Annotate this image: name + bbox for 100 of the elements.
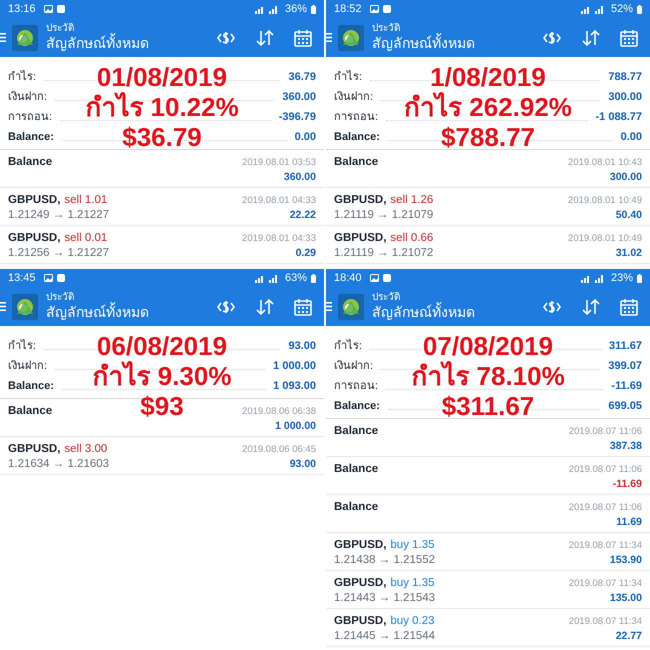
deal-order: sell 1.26 bbox=[390, 193, 434, 208]
deal-time: 2019.08.07 11:34 bbox=[568, 615, 642, 629]
currency-icon bbox=[216, 30, 236, 46]
overlay-caption: $93 bbox=[140, 391, 184, 421]
calendar-icon bbox=[294, 298, 312, 316]
deal-type: Balance bbox=[8, 155, 52, 170]
summary-value: 0.00 bbox=[620, 130, 642, 144]
app-logo-icon bbox=[338, 24, 364, 50]
currency-icon bbox=[216, 298, 236, 314]
calendar-icon bbox=[620, 298, 638, 316]
summary-label: Balance: bbox=[334, 130, 380, 144]
summary-value: -1 088.77 bbox=[596, 110, 642, 124]
summary-value: 36.79 bbox=[288, 70, 316, 84]
deal-profit: 135.00 bbox=[610, 591, 642, 606]
overlay-caption: 01/08/2019 bbox=[96, 62, 228, 92]
currency-icon bbox=[542, 30, 562, 46]
summary-value: -11.69 bbox=[611, 378, 642, 394]
overlay-caption: $788.77 bbox=[441, 122, 535, 152]
deal-prices: 1.21438 → 1.21552 bbox=[334, 553, 436, 568]
deal-time: 2019.08.07 11:06 bbox=[568, 501, 642, 515]
deal-prices: 1.21445 → 1.21544 bbox=[334, 629, 436, 644]
deal-symbol: GBPUSD, bbox=[8, 193, 60, 208]
summary-label: เงินฝาก: bbox=[8, 358, 48, 374]
deal-symbol: GBPUSD, bbox=[8, 231, 60, 246]
sort-arrows-icon bbox=[256, 298, 274, 314]
summary-label: กำไร: bbox=[8, 338, 36, 354]
notification-icon bbox=[370, 274, 379, 282]
battery-level: 36% bbox=[284, 2, 307, 17]
notification-icon bbox=[56, 5, 65, 13]
deal-order: sell 0.01 bbox=[64, 231, 108, 246]
app-logo-icon bbox=[12, 294, 38, 320]
summary-label: เงินฝาก: bbox=[334, 90, 374, 104]
status-time: 13:16 bbox=[8, 2, 36, 17]
deal-time: 2019.08.06 06:38 bbox=[242, 405, 316, 419]
summary-label: กำไร: bbox=[334, 338, 362, 354]
notification-icon bbox=[370, 5, 379, 13]
summary-value: 699.05 bbox=[608, 398, 642, 414]
menu-icon bbox=[326, 33, 332, 42]
deal-type: Balance bbox=[334, 500, 378, 515]
status-time: 13:45 bbox=[8, 270, 36, 286]
summary-label: Balance: bbox=[8, 130, 54, 144]
screen-title: สัญลักษณ์ทั้งหมด bbox=[46, 304, 149, 322]
screen-title: สัญลักษณ์ทั้งหมด bbox=[46, 35, 149, 52]
deal-time: 2019.08.07 11:34 bbox=[568, 577, 642, 591]
summary-value: 360.00 bbox=[282, 90, 316, 104]
notification-icon bbox=[382, 5, 391, 13]
deal-profit: 22.22 bbox=[290, 208, 316, 223]
sort-arrows-icon bbox=[582, 298, 600, 314]
summary-value: 93.00 bbox=[288, 338, 316, 354]
overlay-caption: กำไร 78.10% bbox=[411, 361, 565, 391]
deal-symbol: GBPUSD, bbox=[334, 576, 386, 591]
summary-label: Balance: bbox=[334, 398, 380, 414]
deal-profit: 50.40 bbox=[616, 208, 642, 223]
deal-symbol: GBPUSD, bbox=[8, 442, 60, 457]
deal-type: Balance bbox=[334, 424, 378, 439]
summary-label: เงินฝาก: bbox=[334, 358, 374, 374]
overlay-caption: กำไร 10.22% bbox=[85, 92, 239, 122]
deal-time: 2019.08.01 04:33 bbox=[242, 194, 316, 208]
summary-value: 0.00 bbox=[294, 130, 316, 144]
overlay-caption: 1/08/2019 bbox=[430, 62, 546, 92]
overlay-caption: $311.67 bbox=[442, 391, 534, 421]
deal-symbol: GBPUSD, bbox=[334, 614, 386, 629]
deal-profit: 153.90 bbox=[610, 553, 642, 568]
deal-time: 2019.08.01 10:49 bbox=[568, 232, 642, 246]
currency-icon bbox=[542, 298, 562, 314]
deal-type: Balance bbox=[334, 155, 378, 170]
deal-type: Balance bbox=[8, 404, 52, 419]
sort-arrows-icon bbox=[256, 30, 274, 46]
deal-time: 2019.08.01 03:53 bbox=[242, 156, 316, 170]
battery-icon bbox=[311, 274, 316, 282]
battery-icon bbox=[637, 274, 642, 282]
summary-value: 399.07 bbox=[608, 358, 642, 374]
battery-icon bbox=[637, 4, 642, 14]
deal-order: sell 0.66 bbox=[390, 231, 434, 246]
overlay-caption: 06/08/2019 bbox=[96, 331, 228, 361]
deal-profit: -11.69 bbox=[612, 477, 642, 492]
summary-label: กำไร: bbox=[334, 69, 362, 84]
deal-profit: 11.69 bbox=[616, 515, 642, 530]
deal-time: 2019.08.01 04:33 bbox=[242, 232, 316, 246]
overlay-caption: กำไร 9.30% bbox=[92, 361, 232, 391]
screen-title: สัญลักษณ์ทั้งหมด bbox=[372, 35, 475, 52]
deal-profit: 360.00 bbox=[284, 170, 316, 185]
menu-icon bbox=[326, 302, 332, 311]
battery-icon bbox=[311, 4, 316, 14]
deal-prices: 1.21119 → 1.21079 bbox=[334, 208, 434, 223]
summary-value: 788.77 bbox=[608, 70, 642, 84]
summary-value: -396.79 bbox=[278, 110, 316, 124]
deal-order: buy 1.35 bbox=[390, 576, 435, 591]
screen-subtitle: ประวัติ bbox=[46, 22, 74, 34]
deal-profit: 387.38 bbox=[610, 439, 642, 454]
deal-order: sell 1.01 bbox=[64, 193, 108, 208]
overlay-caption: 07/08/2019 bbox=[422, 331, 554, 361]
deal-prices: 1.21256 → 1.21227 bbox=[8, 246, 110, 261]
notification-icon bbox=[56, 274, 65, 282]
deal-profit: 300.00 bbox=[610, 170, 642, 185]
summary-label: การถอน: bbox=[334, 110, 378, 124]
summary-value: 311.67 bbox=[608, 338, 642, 354]
deal-order: buy 1.35 bbox=[390, 538, 435, 553]
deal-profit: 0.29 bbox=[296, 246, 316, 261]
overlay-caption: กำไร 262.92% bbox=[404, 92, 572, 122]
